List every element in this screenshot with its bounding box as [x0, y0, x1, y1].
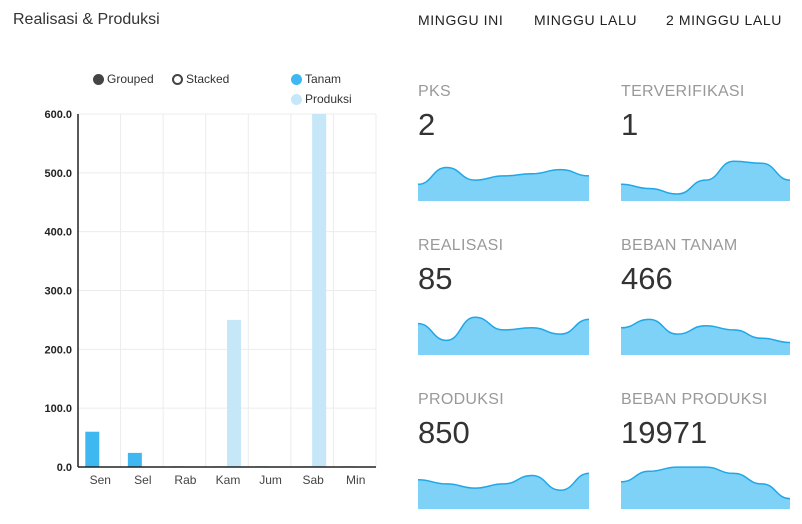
- x-tick-label: Sab: [302, 473, 324, 487]
- bar-produksi-kam[interactable]: [227, 319, 241, 467]
- stat-card-label: BEBAN PRODUKSI: [621, 391, 768, 408]
- x-tick-label: Sen: [90, 473, 111, 487]
- bar-chart: 0.0 100.0 200.0 300.0 400.0 500.0 600.0 Sen Sel R…: [44, 109, 377, 487]
- bar-produksi-sab[interactable]: [312, 114, 327, 467]
- bar-tanam-sel[interactable]: [127, 452, 142, 467]
- stat-card-value: 850: [418, 415, 470, 450]
- x-tick-label: Min: [346, 473, 365, 487]
- stat-card-value: 1: [621, 107, 639, 142]
- sparkline-chart: [418, 472, 589, 509]
- x-tick-label: Rab: [174, 473, 196, 487]
- tab-2-minggu-lalu[interactable]: 2 MINGGU LALU: [666, 12, 782, 28]
- sparkline-area: [418, 167, 589, 201]
- stat-card-terverifikasi[interactable]: TERVERIFIKASI 1: [621, 83, 796, 201]
- y-tick-label: 300.0: [44, 286, 72, 298]
- sparkline-area: [621, 319, 790, 355]
- y-tick-label: 0.0: [57, 462, 72, 474]
- sparkline-area: [621, 161, 790, 201]
- stat-card-beban-produksi[interactable]: BEBAN PRODUKSI 19971: [621, 391, 796, 509]
- y-tick-label: 600.0: [44, 109, 72, 121]
- stat-card-beban-tanam[interactable]: BEBAN TANAM 466: [621, 237, 796, 355]
- y-tick-label: 500.0: [44, 168, 72, 180]
- sparkline-chart: [418, 166, 589, 201]
- stat-card-pks[interactable]: PKS 2: [418, 83, 593, 201]
- stat-card-label: REALISASI: [418, 237, 504, 254]
- stat-card-label: TERVERIFIKASI: [621, 83, 745, 100]
- sparkline-chart: [621, 318, 790, 355]
- stat-card-label: PRODUKSI: [418, 391, 504, 408]
- stat-card-value: 19971: [621, 415, 708, 450]
- y-tick-label: 100.0: [44, 403, 72, 415]
- sparkline-chart: [621, 160, 790, 201]
- sparkline-chart: [418, 316, 589, 355]
- sparkline-chart: [621, 466, 790, 509]
- x-tick-label: Jum: [259, 473, 282, 487]
- stat-card-value: 85: [418, 261, 453, 296]
- y-tick-label: 200.0: [44, 344, 72, 356]
- stat-card-label: BEBAN TANAM: [621, 237, 738, 254]
- stat-card-value: 2: [418, 107, 436, 142]
- stat-card-value: 466: [621, 261, 673, 296]
- sparkline-area: [418, 317, 589, 355]
- sparkline-area: [418, 473, 589, 509]
- x-tick-label: Kam: [216, 473, 241, 487]
- stat-card-label: PKS: [418, 83, 451, 100]
- tab-minggu-ini[interactable]: MINGGU INI: [418, 12, 503, 28]
- tab-minggu-lalu[interactable]: MINGGU LALU: [534, 12, 637, 28]
- sparkline-area: [621, 467, 790, 509]
- stat-card-realisasi[interactable]: REALISASI 85: [418, 237, 593, 355]
- y-tick-label: 400.0: [44, 227, 72, 239]
- bar-tanam-sen[interactable]: [85, 431, 100, 467]
- x-tick-label: Sel: [134, 473, 151, 487]
- stat-card-produksi[interactable]: PRODUKSI 850: [418, 391, 593, 509]
